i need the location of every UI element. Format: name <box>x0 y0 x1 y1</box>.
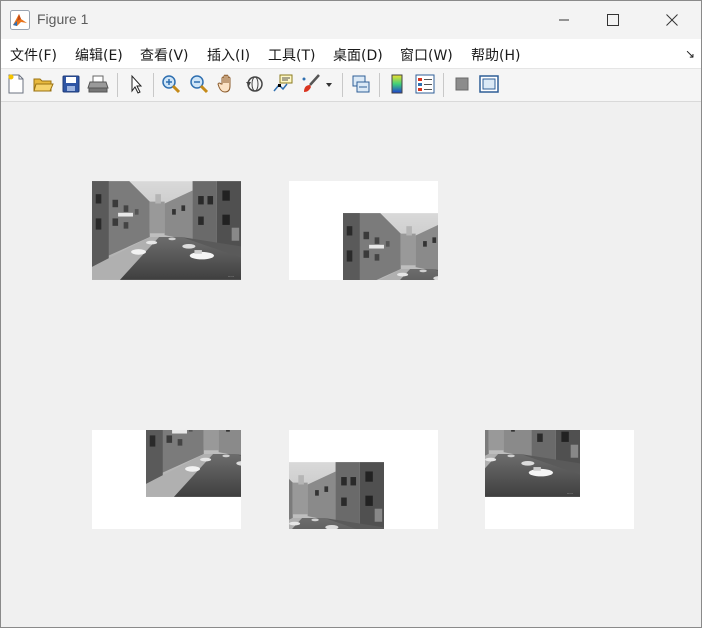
close-icon <box>666 14 678 26</box>
subplot-2[interactable] <box>289 181 438 280</box>
zoom-out-icon[interactable] <box>188 73 210 95</box>
subplot-4[interactable] <box>289 430 438 529</box>
zoom-in-icon[interactable] <box>160 73 182 95</box>
menu-insert[interactable]: 插入(I) <box>207 45 250 65</box>
subplot-3[interactable] <box>92 430 241 529</box>
new-figure-icon[interactable] <box>5 73 27 95</box>
minimize-icon <box>559 19 569 21</box>
matlab-logo-icon <box>10 10 30 30</box>
show-plot-tools-icon[interactable] <box>478 73 500 95</box>
canal-image <box>92 181 241 280</box>
canal-image <box>289 462 384 529</box>
pan-hand-icon[interactable] <box>216 73 238 95</box>
open-file-icon[interactable] <box>32 73 54 95</box>
toolbar-separator <box>443 73 444 97</box>
window-title: Figure 1 <box>37 11 89 27</box>
menu-dock-arrow-icon[interactable]: ↘ <box>685 47 695 61</box>
canal-image <box>485 430 580 497</box>
toolbar-separator <box>342 73 343 97</box>
colorbar-icon[interactable] <box>386 73 408 95</box>
subplot-1[interactable] <box>92 181 241 280</box>
maximize-icon <box>607 14 619 26</box>
toolbar-separator <box>117 73 118 97</box>
menu-bar: 文件(F) 编辑(E) 查看(V) 插入(I) 工具(T) 桌面(D) 窗口(W… <box>1 39 701 69</box>
hide-plot-tools-icon[interactable] <box>451 73 473 95</box>
link-plot-icon[interactable] <box>350 73 372 95</box>
brush-dropdown-icon[interactable] <box>324 73 334 95</box>
menu-edit[interactable]: 编辑(E) <box>75 45 123 65</box>
figure-canvas[interactable] <box>1 102 701 627</box>
title-bar[interactable]: Figure 1 <box>1 1 701 39</box>
menu-file[interactable]: 文件(F) <box>10 45 57 65</box>
print-icon[interactable] <box>87 73 109 95</box>
rotate-3d-icon[interactable] <box>244 73 266 95</box>
figure-window: Figure 1 文件(F) 编辑(E) 查看(V) 插入(I) 工具(T) 桌… <box>0 0 702 628</box>
canal-image <box>146 430 241 497</box>
brush-icon[interactable] <box>300 73 322 95</box>
maximize-button[interactable] <box>590 1 636 39</box>
menu-view[interactable]: 查看(V) <box>140 45 189 65</box>
data-cursor-icon[interactable] <box>272 73 294 95</box>
canal-image <box>343 213 438 280</box>
figure-toolbar <box>1 69 701 102</box>
save-icon[interactable] <box>60 73 82 95</box>
toolbar-separator <box>153 73 154 97</box>
toolbar-separator <box>379 73 380 97</box>
legend-icon[interactable] <box>414 73 436 95</box>
menu-desktop[interactable]: 桌面(D) <box>333 45 383 65</box>
menu-window[interactable]: 窗口(W) <box>400 45 453 65</box>
menu-tools[interactable]: 工具(T) <box>268 45 315 65</box>
minimize-button[interactable] <box>541 1 587 39</box>
subplot-5[interactable] <box>485 430 634 529</box>
menu-help[interactable]: 帮助(H) <box>471 45 520 65</box>
select-arrow-icon[interactable] <box>125 73 147 95</box>
close-button[interactable] <box>649 1 695 39</box>
